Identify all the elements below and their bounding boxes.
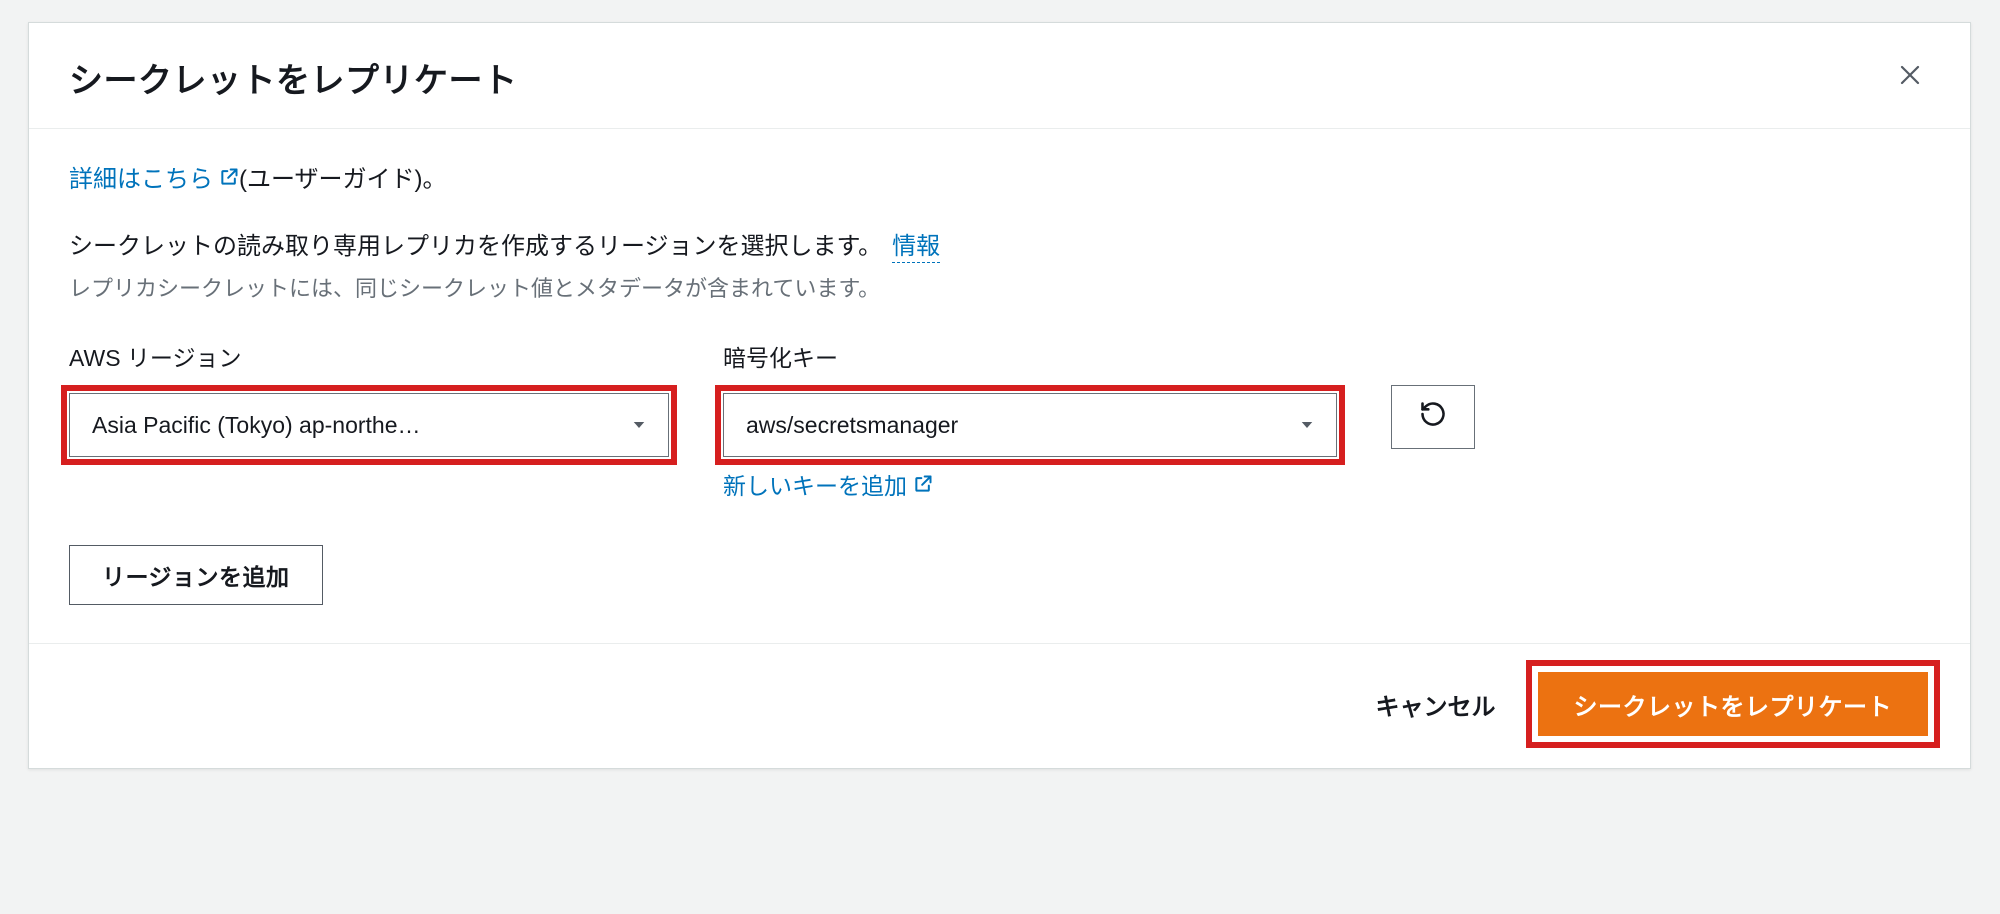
region-select-value: Asia Pacific (Tokyo) ap-northe… <box>92 412 614 439</box>
chevron-down-icon <box>1298 416 1316 434</box>
controls-row: AWS リージョン Asia Pacific (Tokyo) ap-northe… <box>69 339 1930 501</box>
region-column: AWS リージョン Asia Pacific (Tokyo) ap-northe… <box>69 339 669 457</box>
cancel-button[interactable]: キャンセル <box>1376 687 1496 722</box>
chevron-down-icon <box>630 416 648 434</box>
external-link-icon <box>219 167 239 187</box>
add-new-key-link[interactable]: 新しいキーを追加 <box>723 467 907 501</box>
encryption-key-column: 暗号化キー aws/secretsmanager 新しいキーを追加 <box>723 339 1337 501</box>
sub-instruction: レプリカシークレットには、同じシークレット値とメタデータが含まれています。 <box>69 271 1930 303</box>
encryption-key-select[interactable]: aws/secretsmanager <box>723 393 1337 457</box>
submit-highlight: シークレットをレプリケート <box>1536 670 1931 738</box>
modal-header: シークレットをレプリケート <box>29 23 1970 129</box>
modal-title: シークレットをレプリケート <box>69 53 518 102</box>
refresh-icon <box>1419 400 1447 434</box>
region-label: AWS リージョン <box>69 339 669 373</box>
region-select[interactable]: Asia Pacific (Tokyo) ap-northe… <box>69 393 669 457</box>
replicate-secret-button[interactable]: シークレットをレプリケート <box>1538 672 1929 736</box>
replicate-secret-modal: シークレットをレプリケート 詳細はこちら <box>28 22 1971 769</box>
learn-more-suffix: (ユーザーガイド)。 <box>239 159 447 194</box>
learn-more-row: 詳細はこちら (ユーザーガイド)。 <box>69 159 1930 194</box>
modal-footer: キャンセル シークレットをレプリケート <box>29 643 1970 768</box>
instruction-text: シークレットの読み取り専用レプリカを作成するリージョンを選択します。 <box>69 226 882 261</box>
info-link[interactable]: 情報 <box>892 226 940 263</box>
modal-body: 詳細はこちら (ユーザーガイド)。 シークレットの読み取り専用レプリカを作成する… <box>29 129 1970 643</box>
encryption-key-select-value: aws/secretsmanager <box>746 412 1282 439</box>
refresh-button[interactable] <box>1391 385 1475 449</box>
instruction-row: シークレットの読み取り専用レプリカを作成するリージョンを選択します。 情報 <box>69 226 1930 263</box>
add-region-row: リージョンを追加 <box>69 545 1930 605</box>
add-region-button[interactable]: リージョンを追加 <box>69 545 323 605</box>
close-icon <box>1898 63 1922 93</box>
encryption-key-label: 暗号化キー <box>723 339 1337 373</box>
close-button[interactable] <box>1890 58 1930 98</box>
add-new-key-row: 新しいキーを追加 <box>723 467 1337 501</box>
learn-more-link[interactable]: 詳細はこちら <box>69 159 213 194</box>
external-link-icon <box>913 474 933 494</box>
